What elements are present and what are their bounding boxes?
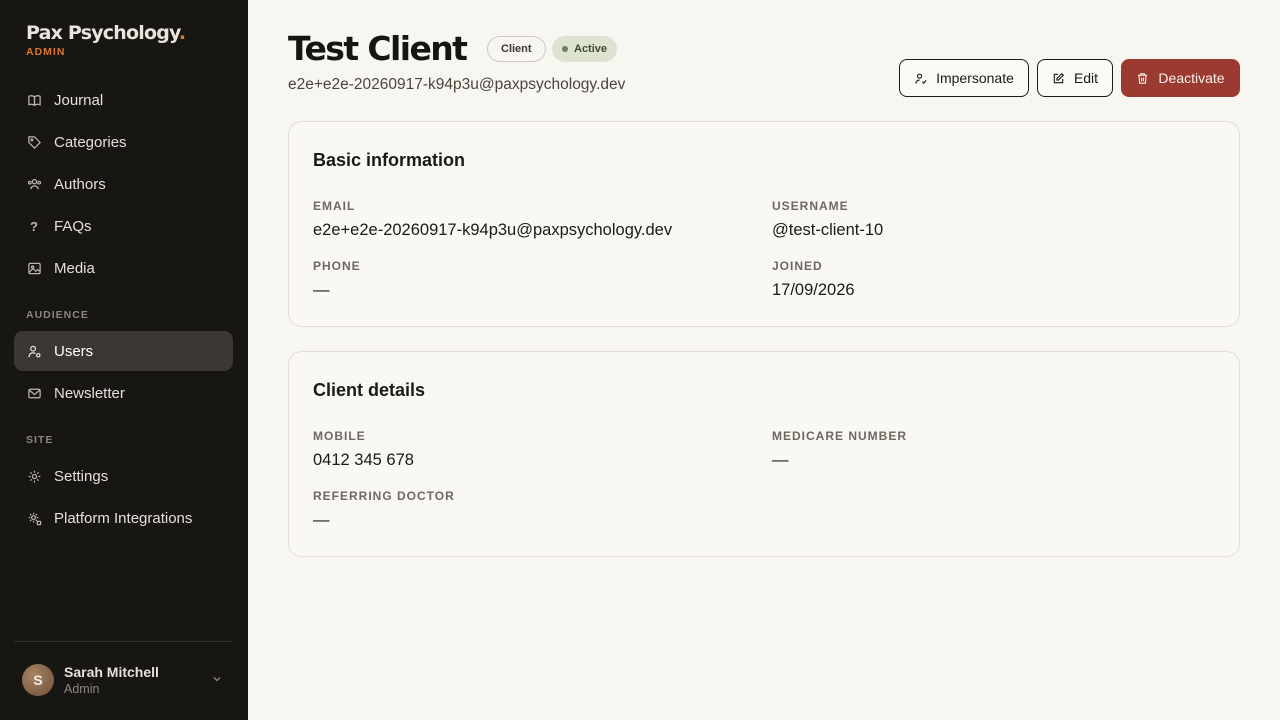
sidebar-item-label: Authors — [54, 175, 106, 193]
deactivate-button[interactable]: Deactivate — [1121, 59, 1240, 97]
brand-subtitle: ADMIN — [26, 46, 66, 58]
phone-label: PHONE — [313, 259, 361, 273]
avatar: S — [22, 664, 54, 696]
username-label: USERNAME — [772, 199, 849, 213]
section-label-site: SITE — [26, 434, 54, 446]
sidebar-item-newsletter[interactable]: Newsletter — [14, 373, 233, 413]
mobile-value: 0412 345 678 — [313, 451, 414, 469]
sidebar-item-label: Media — [54, 259, 95, 277]
brand-name: Pax Psychology — [26, 22, 180, 44]
user-role: Admin — [64, 682, 100, 696]
question-icon: ? — [30, 218, 38, 234]
sidebar-item-label: Platform Integrations — [54, 509, 193, 527]
sidebar-item-settings[interactable]: Settings — [14, 456, 233, 496]
page-title: Test Client — [288, 29, 468, 68]
joined-label: JOINED — [772, 259, 823, 273]
sidebar-item-label: Users — [54, 342, 94, 360]
basic-information-card: Basic information EMAIL e2e+e2e-20260917… — [288, 121, 1240, 327]
sidebar-item-label: FAQs — [54, 217, 92, 235]
tag-icon — [26, 134, 42, 150]
mail-icon — [26, 385, 42, 401]
user-settings-icon — [26, 343, 42, 359]
sidebar: Pax Psychology. ADMIN Journal Categories… — [0, 0, 248, 720]
deactivate-label: Deactivate — [1158, 70, 1225, 86]
sidebar-item-label: Journal — [54, 91, 104, 109]
phone-value: — — [313, 281, 330, 299]
gear-plug-icon — [26, 510, 42, 526]
people-icon — [26, 176, 42, 192]
section-label-audience: AUDIENCE — [26, 309, 89, 321]
gear-icon — [26, 468, 42, 484]
current-user-menu[interactable]: S Sarah Mitchell Admin — [14, 652, 233, 708]
brand-logo[interactable]: Pax Psychology. ADMIN — [26, 21, 186, 58]
card-title: Client details — [313, 380, 426, 400]
user-name: Sarah Mitchell — [64, 664, 159, 680]
sidebar-item-label: Categories — [54, 133, 127, 151]
trash-icon — [1138, 72, 1148, 84]
sidebar-item-categories[interactable]: Categories — [14, 122, 233, 162]
brand-dot: . — [178, 22, 186, 44]
impersonate-button[interactable]: Impersonate — [899, 59, 1029, 97]
medicare-label: MEDICARE NUMBER — [772, 429, 907, 443]
sidebar-item-platform-integrations[interactable]: Platform Integrations — [14, 498, 233, 538]
status-dot-icon — [562, 46, 568, 52]
image-icon — [26, 260, 42, 276]
edit-icon — [1053, 72, 1065, 83]
sidebar-item-label: Newsletter — [54, 384, 125, 402]
book-icon — [26, 92, 42, 108]
chevron-down-icon — [211, 672, 223, 690]
sidebar-item-authors[interactable]: Authors — [14, 164, 233, 204]
role-badge: Client — [487, 36, 546, 62]
impersonate-label: Impersonate — [936, 70, 1014, 86]
medicare-value: — — [772, 451, 789, 469]
client-details-card: Client details MOBILE 0412 345 678 MEDIC… — [288, 351, 1240, 557]
username-value: @test-client-10 — [772, 221, 884, 239]
sidebar-item-journal[interactable]: Journal — [14, 80, 233, 120]
email-value: e2e+e2e-20260917-k94p3u@paxpsychology.de… — [313, 221, 673, 239]
edit-button[interactable]: Edit — [1037, 59, 1113, 97]
sidebar-item-label: Settings — [54, 467, 109, 485]
email-label: EMAIL — [313, 199, 356, 213]
joined-value: 17/09/2026 — [772, 281, 855, 299]
status-badge: Active — [552, 36, 618, 62]
user-switch-icon — [915, 73, 927, 84]
edit-label: Edit — [1073, 70, 1099, 86]
status-badge-label: Active — [574, 43, 608, 55]
sidebar-item-faqs[interactable]: ? FAQs — [14, 206, 233, 246]
mobile-label: MOBILE — [313, 429, 366, 443]
sidebar-item-media[interactable]: Media — [14, 248, 233, 288]
sidebar-divider — [14, 641, 233, 642]
card-title: Basic information — [313, 150, 466, 170]
page-subtitle-email: e2e+e2e-20260917-k94p3u@paxpsychology.de… — [288, 76, 626, 93]
referring-doctor-label: REFERRING DOCTOR — [313, 489, 455, 503]
referring-doctor-value: — — [313, 511, 330, 529]
sidebar-item-users[interactable]: Users — [14, 331, 233, 371]
